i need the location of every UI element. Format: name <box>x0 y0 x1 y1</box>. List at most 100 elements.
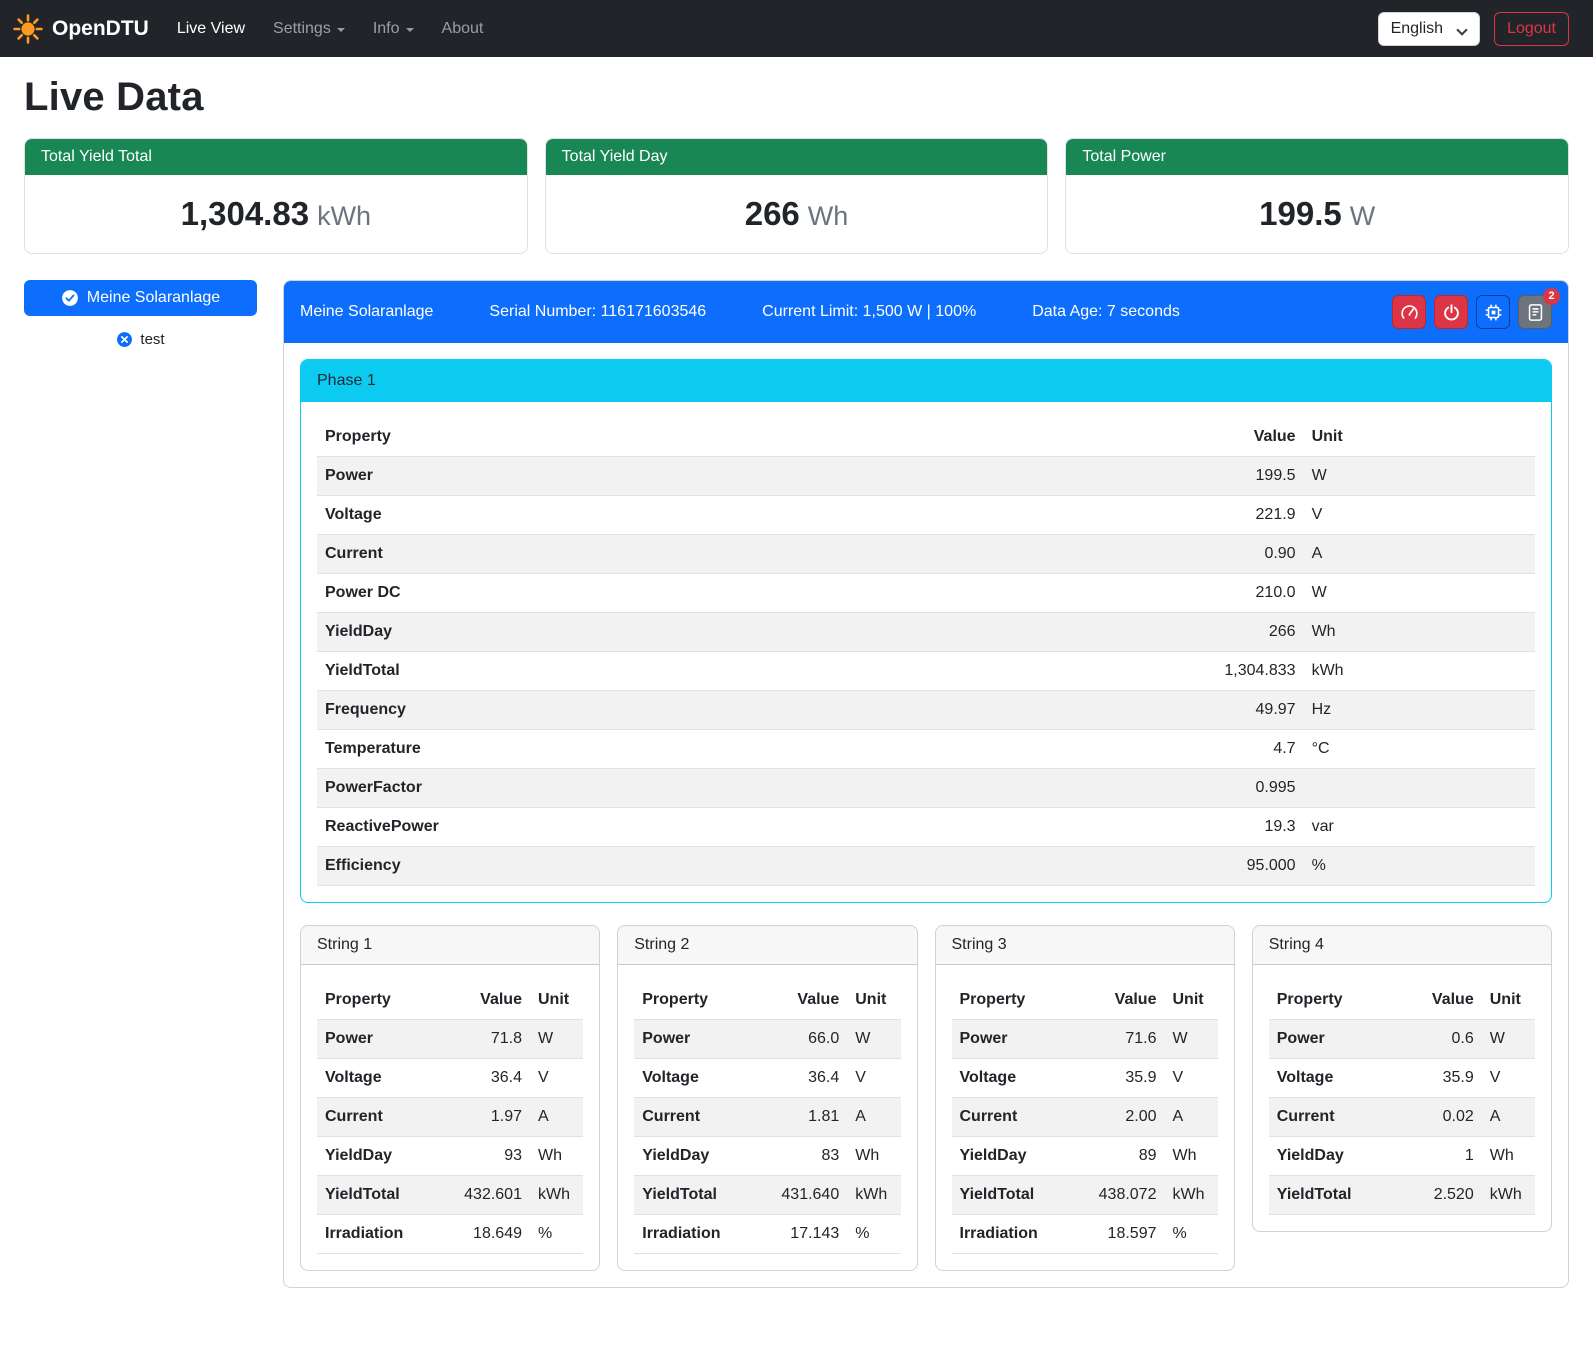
unit-cell: A <box>847 1098 900 1137</box>
property-cell: Power <box>317 1020 439 1059</box>
journal-icon <box>1526 303 1545 322</box>
logout-button[interactable]: Logout <box>1494 12 1569 46</box>
inverter-card-body: Phase 1 Property Value Unit Power199.5WV… <box>284 343 1568 1287</box>
value-cell: 438.072 <box>1074 1176 1165 1215</box>
property-cell: Efficiency <box>317 847 926 886</box>
table-row: Power DC210.0W <box>317 574 1535 613</box>
total-yield-day-card: Total Yield Day 266Wh <box>545 138 1049 254</box>
string-1-card: String 1 Property Value Unit <box>300 925 600 1271</box>
value-cell: 18.649 <box>439 1215 530 1254</box>
table-row: YieldDay89Wh <box>952 1137 1218 1176</box>
string-3-card: String 3 Property Value Unit <box>935 925 1235 1271</box>
unit-cell: kWh <box>847 1176 900 1215</box>
nav-item-label: About <box>442 20 484 38</box>
table-row: Frequency49.97Hz <box>317 691 1535 730</box>
value-cell: 210.0 <box>926 574 1304 613</box>
total-yield-day-unit: Wh <box>808 201 849 231</box>
unit-cell: Hz <box>1304 691 1535 730</box>
language-select-value: English <box>1391 20 1443 37</box>
nav-item-info[interactable]: Info <box>359 12 428 46</box>
nav-item-about[interactable]: About <box>428 12 498 46</box>
main-nav: Live View Settings Info About <box>163 12 498 46</box>
value-cell: 2.520 <box>1391 1176 1482 1215</box>
string-card-header: String 3 <box>936 926 1234 965</box>
property-cell: Current <box>634 1098 756 1137</box>
column-header-property: Property <box>952 981 1074 1020</box>
property-cell: YieldDay <box>317 613 926 652</box>
unit-cell: % <box>1164 1215 1217 1254</box>
value-cell: 36.4 <box>757 1059 848 1098</box>
column-header-value: Value <box>439 981 530 1020</box>
table-row: ReactivePower19.3var <box>317 808 1535 847</box>
page-title: Live Data <box>24 75 1569 120</box>
value-cell: 71.6 <box>1074 1020 1165 1059</box>
property-cell: YieldTotal <box>634 1176 756 1215</box>
phase-panel-header: Phase 1 <box>301 360 1551 402</box>
value-cell: 0.02 <box>1391 1098 1482 1137</box>
table-row: Current1.97A <box>317 1098 583 1137</box>
nav-item-live-view[interactable]: Live View <box>163 12 259 46</box>
table-row: Irradiation17.143% <box>634 1215 900 1254</box>
column-header-value: Value <box>1391 981 1482 1020</box>
value-cell: 93 <box>439 1137 530 1176</box>
property-cell: Voltage <box>317 1059 439 1098</box>
table-row: Current2.00A <box>952 1098 1218 1137</box>
table-row: YieldDay266Wh <box>317 613 1535 652</box>
unit-cell: °C <box>1304 730 1535 769</box>
inverter-action-buttons: 2 <box>1392 295 1552 329</box>
string-card-header: String 2 <box>618 926 916 965</box>
value-cell: 36.4 <box>439 1059 530 1098</box>
column-header-property: Property <box>317 981 439 1020</box>
speedometer-icon <box>1400 303 1419 322</box>
table-row: Efficiency95.000% <box>317 847 1535 886</box>
brand-link[interactable]: OpenDTU <box>12 13 149 45</box>
events-button[interactable]: 2 <box>1518 295 1552 329</box>
unit-cell: Wh <box>1304 613 1535 652</box>
value-cell: 432.601 <box>439 1176 530 1215</box>
property-cell: YieldTotal <box>317 652 926 691</box>
column-header-value: Value <box>757 981 848 1020</box>
unit-cell: W <box>1164 1020 1217 1059</box>
string-2-card: String 2 Property Value Unit <box>617 925 917 1271</box>
unit-cell: W <box>1304 457 1535 496</box>
table-row: Power71.8W <box>317 1020 583 1059</box>
inverter-name: Meine Solaranlage <box>300 303 433 321</box>
table-header-row: Property Value Unit <box>317 418 1535 457</box>
string-card-body: Property Value Unit Power71.6WVoltage35.… <box>936 965 1234 1270</box>
unit-cell: var <box>1304 808 1535 847</box>
unit-cell: V <box>1482 1059 1535 1098</box>
value-cell: 1.97 <box>439 1098 530 1137</box>
inverter-select-button[interactable]: Meine Solaranlage <box>24 280 257 316</box>
table-header-row: Property Value Unit <box>317 981 583 1020</box>
property-cell: YieldDay <box>952 1137 1074 1176</box>
limit-settings-button[interactable] <box>1392 295 1426 329</box>
table-row: Voltage36.4V <box>317 1059 583 1098</box>
string-card-header: String 1 <box>301 926 599 965</box>
inverter-limit: Current Limit: 1,500 W | 100% <box>762 303 976 321</box>
column-header-value: Value <box>926 418 1304 457</box>
unit-cell: W <box>1304 574 1535 613</box>
language-select[interactable]: English <box>1378 12 1480 46</box>
inverter-meta: Meine Solaranlage Serial Number: 1161716… <box>300 303 1180 321</box>
property-cell: Temperature <box>317 730 926 769</box>
navbar: OpenDTU Live View Settings Info About En… <box>0 0 1593 57</box>
column-header-property: Property <box>1269 981 1391 1020</box>
inverter-item-test[interactable]: test <box>24 331 257 348</box>
x-circle-icon <box>116 331 133 348</box>
navbar-right: English Logout <box>1378 12 1569 46</box>
device-info-button[interactable] <box>1476 295 1510 329</box>
value-cell: 0.6 <box>1391 1020 1482 1059</box>
unit-cell: Wh <box>530 1137 583 1176</box>
unit-cell: A <box>1304 535 1535 574</box>
table-row: YieldDay93Wh <box>317 1137 583 1176</box>
property-cell: YieldDay <box>634 1137 756 1176</box>
nav-item-settings[interactable]: Settings <box>259 12 359 46</box>
column-header-unit: Unit <box>530 981 583 1020</box>
value-cell: 266 <box>926 613 1304 652</box>
column-header-unit: Unit <box>847 981 900 1020</box>
strings-row: String 1 Property Value Unit <box>300 925 1552 1271</box>
total-yield-day-value: 266 <box>745 195 800 232</box>
power-button[interactable] <box>1434 295 1468 329</box>
table-header-row: Property Value Unit <box>1269 981 1535 1020</box>
column-header-unit: Unit <box>1304 418 1535 457</box>
